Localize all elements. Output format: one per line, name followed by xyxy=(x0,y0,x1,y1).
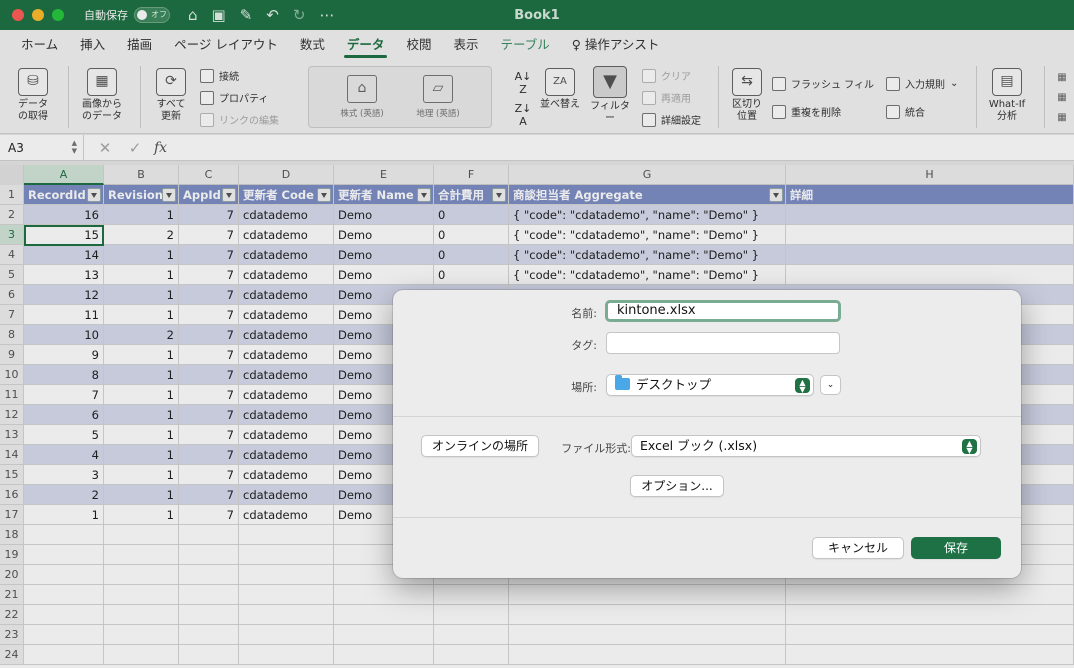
name-label: 名前: xyxy=(571,307,597,320)
chevron-down-icon: ⌄ xyxy=(826,380,835,390)
online-locations-button[interactable]: オンラインの場所 xyxy=(421,435,539,457)
tags-input[interactable] xyxy=(606,332,840,354)
tags-label: タグ: xyxy=(571,339,597,352)
save-button[interactable]: 保存 xyxy=(911,537,1001,559)
updown-chevron-icon: ▲ ▼ xyxy=(962,439,977,455)
divider xyxy=(393,517,1021,518)
file-format-select[interactable]: Excel ブック (.xlsx) ▲ ▼ xyxy=(631,435,981,457)
location-select[interactable]: デスクトップ ▲ ▼ xyxy=(606,374,814,396)
options-button[interactable]: オプション... xyxy=(630,475,724,497)
location-label: 場所: xyxy=(571,381,597,394)
updown-chevron-icon: ▲ ▼ xyxy=(795,378,810,394)
save-dialog: 名前: kintone.xlsx タグ: 場所: デスクトップ ▲ ▼ ⌄ オンラ… xyxy=(393,290,1021,578)
file-format-label: ファイル形式: xyxy=(561,442,631,455)
file-format-value: Excel ブック (.xlsx) xyxy=(640,438,758,453)
divider xyxy=(393,416,1021,417)
location-value: デスクトップ xyxy=(636,377,712,392)
expand-dialog-button[interactable]: ⌄ xyxy=(820,375,841,395)
file-name-input[interactable]: kintone.xlsx xyxy=(605,300,841,322)
cancel-button[interactable]: キャンセル xyxy=(812,537,904,559)
folder-icon xyxy=(615,375,630,390)
